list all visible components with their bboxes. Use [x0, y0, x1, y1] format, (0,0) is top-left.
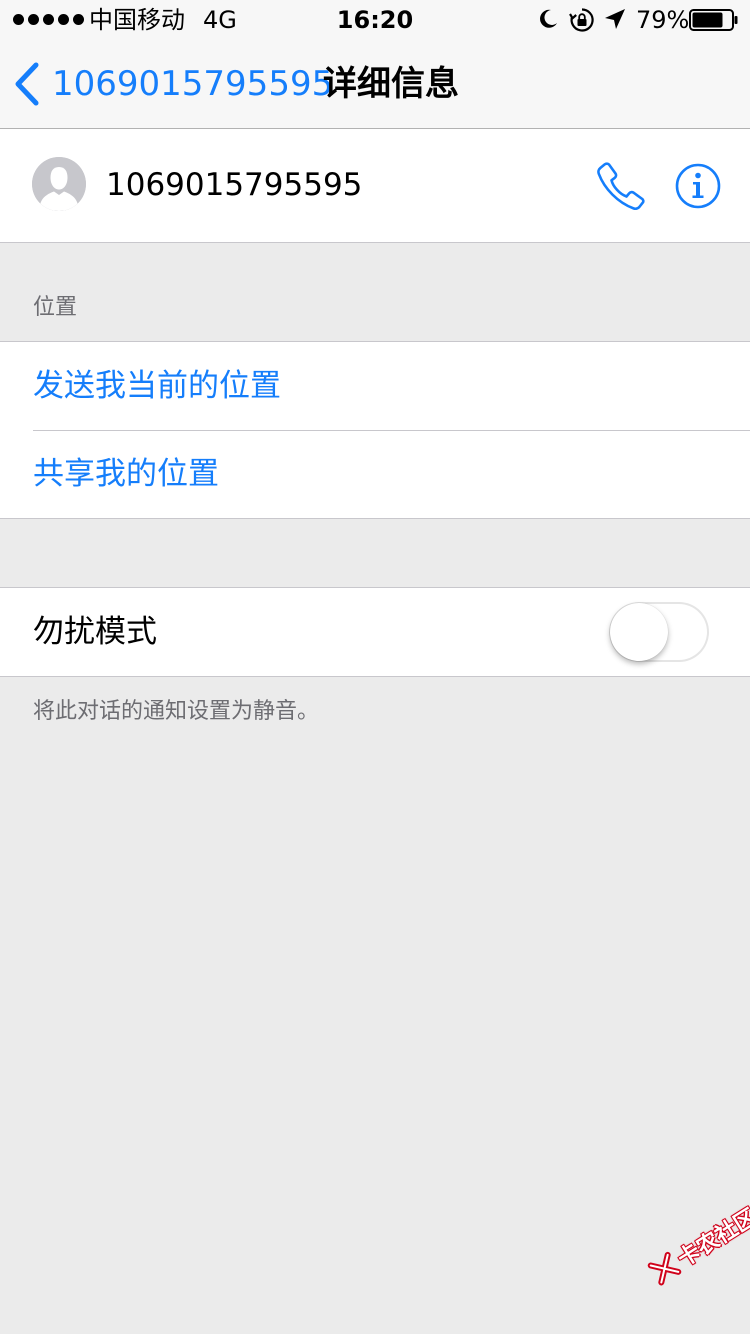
send-current-location-cell[interactable]: 发送我当前的位置	[0, 342, 750, 430]
battery-percent: 79%	[636, 6, 690, 34]
share-my-location-cell[interactable]: 共享我的位置	[0, 430, 750, 518]
location-group: 发送我当前的位置 共享我的位置	[0, 341, 750, 519]
share-my-location-label: 共享我的位置	[33, 456, 219, 492]
info-icon	[675, 163, 721, 209]
call-button[interactable]	[596, 161, 646, 211]
contact-row: 1069015795595	[0, 129, 750, 243]
lock-rotation-icon	[569, 8, 594, 32]
back-button-label: 1069015795595	[52, 64, 334, 104]
contact-name: 1069015795595	[106, 167, 363, 203]
info-button[interactable]	[675, 163, 721, 209]
page-title: 详细信息	[323, 64, 459, 104]
do-not-disturb-label: 勿扰模式	[33, 614, 157, 650]
do-not-disturb-footer: 将此对话的通知设置为静音。	[33, 699, 320, 724]
moon-icon	[540, 9, 557, 28]
do-not-disturb-group: 勿扰模式	[0, 587, 750, 677]
phone-icon	[597, 162, 645, 211]
back-button[interactable]: 1069015795595	[14, 40, 333, 128]
send-current-location-label: 发送我当前的位置	[33, 368, 281, 404]
watermark: 卡农社区	[645, 1199, 750, 1289]
location-section-header: 位置	[33, 295, 78, 320]
do-not-disturb-toggle[interactable]	[609, 602, 709, 662]
avatar-icon	[32, 157, 86, 211]
toggle-knob	[610, 603, 668, 661]
watermark-text: 卡农社区	[673, 1204, 750, 1273]
navigation-bar: 1069015795595 详细信息	[0, 40, 750, 129]
location-arrow-icon	[605, 9, 625, 29]
screen: 中国移动 4G 16:20 79% 1069015795595 详细信息 106…	[0, 0, 750, 1334]
status-bar: 中国移动 4G 16:20 79%	[0, 0, 750, 40]
battery-icon	[689, 9, 738, 31]
chevron-left-icon	[15, 62, 39, 106]
